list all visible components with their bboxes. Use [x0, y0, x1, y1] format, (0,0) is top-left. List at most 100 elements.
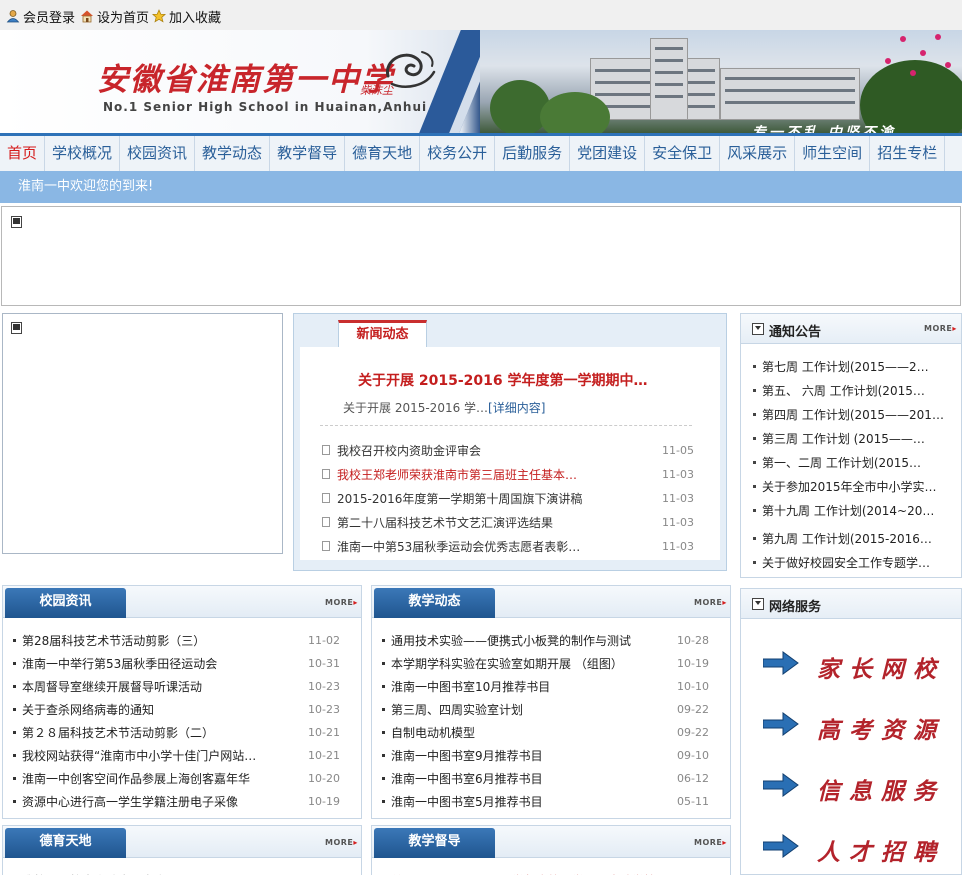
moral-more-button[interactable]: MORE▸	[325, 838, 358, 847]
more-arrow-icon: ▸	[353, 598, 358, 607]
notice-item[interactable]: 第三周 工作计划 (2015——…	[753, 426, 961, 450]
nav-item[interactable]: 德育天地	[345, 136, 421, 171]
notice-item[interactable]: 第五、 六周 工作计划(2015…	[753, 378, 961, 402]
list-item-date: 11-02	[308, 634, 340, 647]
service-link[interactable]: 家长网校	[741, 637, 961, 698]
more-arrow-icon: ▸	[952, 324, 957, 333]
news-item-date: 11-03	[662, 539, 694, 553]
news-detail-link[interactable]: [详细内容]	[488, 401, 545, 415]
notice-item[interactable]: 第一、二周 工作计划(2015…	[753, 450, 961, 474]
add-favorite-link[interactable]: 加入收藏	[152, 8, 221, 26]
list-item-title[interactable]: 自制电动机模型	[391, 724, 677, 741]
member-login-link[interactable]: 会员登录	[6, 8, 75, 26]
news-headline[interactable]: 关于开展 2015-2016 学年度第一学期期中…	[358, 370, 648, 390]
news-item-date: 11-03	[662, 467, 694, 481]
bullet-icon	[753, 412, 756, 416]
more-label: MORE	[694, 838, 723, 847]
notice-item-title: 第七周 工作计划(2015——2…	[762, 359, 929, 374]
notice-item-title: 关于做好校园安全工作专题学…	[762, 555, 931, 570]
service-link[interactable]: 高考资源	[741, 698, 961, 759]
notice-item[interactable]: 关于做好校园安全工作专题学…	[753, 550, 961, 574]
list-item-title[interactable]: 淮南一中举行第53届秋季田径运动会	[22, 655, 308, 672]
supervision-more-button[interactable]: MORE▸	[694, 838, 727, 847]
notice-more-button[interactable]: MORE▸	[924, 324, 957, 333]
list-item-title[interactable]: 资源中心进行高一学生学籍注册电子采像	[22, 793, 308, 810]
news-item-title[interactable]: 第二十八届科技艺术节文艺汇演评选结果	[337, 514, 654, 531]
list-item-title[interactable]: 淮南一中图书室6月推荐书目	[391, 770, 677, 787]
service-link[interactable]: 人才招聘	[741, 820, 961, 875]
news-list-item: 第二十八届科技艺术节文艺汇演评选结果 11-03	[322, 510, 694, 534]
list-item: 淮南一中图书室6月推荐书目 06-12	[382, 767, 730, 790]
broken-image-icon	[11, 216, 22, 228]
bullet-icon	[13, 685, 16, 688]
nav-item[interactable]: 校务公开	[420, 136, 496, 171]
list-item-title[interactable]: 第28届科技艺术节活动剪影（三）	[22, 632, 308, 649]
bullet-icon	[753, 436, 756, 440]
news-list-item: 我校召开校内资助金评审会 11-05	[322, 438, 694, 462]
nav-item[interactable]: 安全保卫	[645, 136, 721, 171]
notice-item[interactable]: 第四周 工作计划(2015——201…	[753, 402, 961, 426]
list-item: 通用技术实验——便携式小板凳的制作与测试 10-28	[382, 629, 730, 652]
banner-slogan: 专一不乱 中坚不渝	[752, 125, 896, 133]
notice-item[interactable]: 第七周 工作计划(2015——2…	[753, 354, 961, 378]
list-item-title[interactable]: 第２８届科技艺术节活动剪影（二）	[22, 724, 308, 741]
arrow-right-icon	[763, 773, 799, 797]
nav-item[interactable]: 教学督导	[270, 136, 346, 171]
notice-title: 通知公告	[769, 325, 822, 340]
list-item: 淮南一中图书室9月推荐书目 09-10	[382, 744, 730, 767]
service-link[interactable]: 信息服务	[741, 759, 961, 820]
bullet-icon	[382, 708, 385, 711]
list-item-title[interactable]: 通用技术实验——便携式小板凳的制作与测试	[391, 632, 677, 649]
bullet-icon	[13, 639, 16, 642]
nav-item[interactable]: 后勤服务	[495, 136, 571, 171]
campus-more-button[interactable]: MORE▸	[325, 598, 358, 607]
news-item-title[interactable]: 我校王郑老师荣获淮南市第三届班主任基本…	[337, 466, 654, 483]
bullet-icon	[382, 685, 385, 688]
news-item-title[interactable]: 2015-2016年度第一学期第十周国旗下演讲稿	[337, 490, 654, 507]
collapse-icon[interactable]	[752, 598, 764, 610]
news-tab[interactable]: 新闻动态	[338, 320, 427, 348]
list-item-title[interactable]: 本周督导室继续开展督导听课活动	[22, 678, 308, 695]
nav-item[interactable]: 教学动态	[195, 136, 271, 171]
bullet-icon	[13, 708, 16, 711]
nav-item[interactable]: 党团建设	[570, 136, 646, 171]
teaching-supervision-list: 关于开展 2015-2016 学年度第一学期期中教学检…11-03	[372, 858, 730, 875]
list-item-date: 10-28	[677, 634, 709, 647]
set-homepage-link[interactable]: 设为首页	[80, 8, 149, 26]
list-item-date: 09-10	[677, 749, 709, 762]
moral-education-tab[interactable]: 德育天地	[5, 828, 126, 858]
nav-item[interactable]: 校园资讯	[120, 136, 196, 171]
list-item-title[interactable]: 淮南一中图书室5月推荐书目	[391, 793, 677, 810]
list-item: 关于查杀网络病毒的通知 10-23	[13, 698, 361, 721]
list-item-title[interactable]: 我校网站获得“淮南市中小学十佳门户网站…	[22, 747, 308, 764]
nav-item[interactable]: 招生专栏	[870, 136, 946, 171]
nav-item[interactable]: 学校概况	[45, 136, 121, 171]
campus-news-tab[interactable]: 校园资讯	[5, 588, 126, 618]
notice-item[interactable]: 第十九周 工作计划(2014~20…	[753, 498, 961, 522]
slideshow-placeholder	[2, 313, 283, 554]
divider	[320, 425, 692, 426]
list-item-title[interactable]: 淮南一中图书室10月推荐书目	[391, 678, 677, 695]
list-item-title[interactable]: 淮南一中创客空间作品参展上海创客嘉年华	[22, 770, 308, 787]
list-item-title[interactable]: 本学期学科实验在实验室如期开展 （组图）	[391, 655, 677, 672]
nav-item[interactable]: 风采展示	[720, 136, 796, 171]
news-item-title[interactable]: 我校召开校内资助金评审会	[337, 442, 654, 459]
collapse-icon[interactable]	[752, 323, 764, 335]
list-item-title[interactable]: 淮南一中图书室9月推荐书目	[391, 747, 677, 764]
nav-item[interactable]: 首页	[0, 136, 46, 171]
list-item: 第28届科技艺术节活动剪影（三） 11-02	[13, 629, 361, 652]
news-item-title[interactable]: 淮南一中第53届秋季运动会优秀志愿者表彰…	[337, 538, 654, 555]
teaching-more-button[interactable]: MORE▸	[694, 598, 727, 607]
list-item-date: 10-23	[308, 680, 340, 693]
nav-item[interactable]: 师生空间	[795, 136, 871, 171]
teaching-news-tab[interactable]: 教学动态	[374, 588, 495, 618]
list-item-title[interactable]: 关于查杀网络病毒的通知	[22, 701, 308, 718]
teaching-supervision-tab[interactable]: 教学督导	[374, 828, 495, 858]
notice-item-title: 第四周 工作计划(2015——201…	[762, 407, 944, 422]
list-item-title[interactable]: 第三周、四周实验室计划	[391, 701, 677, 718]
service-label: 高考资源	[817, 717, 945, 744]
document-icon	[322, 541, 330, 551]
more-arrow-icon: ▸	[722, 598, 727, 607]
notice-item[interactable]: 第九周 工作计划(2015-2016…	[753, 526, 961, 550]
notice-item[interactable]: 关于参加2015年全市中小学实…	[753, 474, 961, 498]
